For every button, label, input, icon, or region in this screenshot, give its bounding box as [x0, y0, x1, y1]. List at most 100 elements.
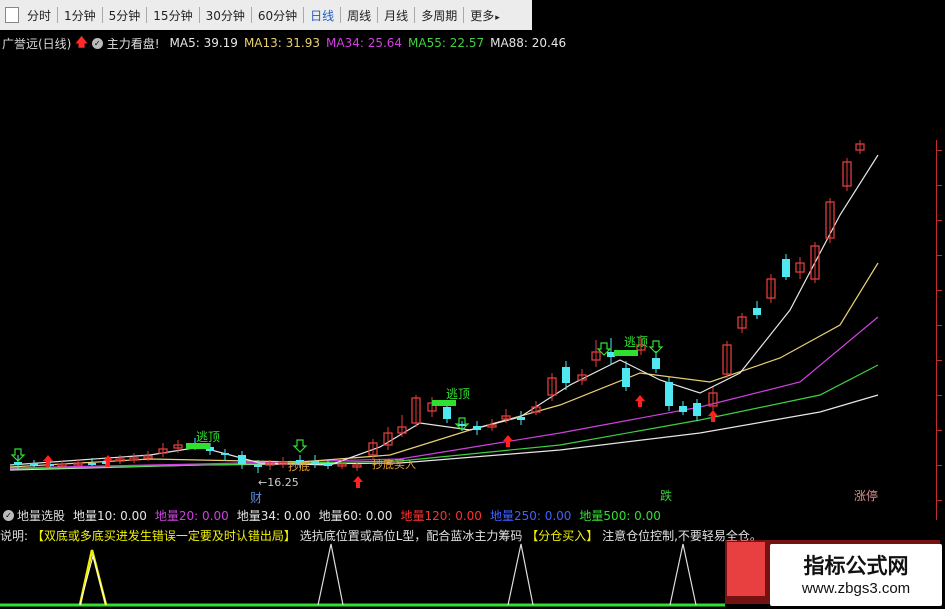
- axis-tick: [937, 325, 942, 326]
- formula-name[interactable]: 主力看盘!: [107, 35, 160, 52]
- buy-arrow-icon: [353, 476, 363, 488]
- top-signal-bar: [614, 350, 638, 356]
- watermark-title: 指标公式网: [803, 554, 909, 578]
- vol-34-label: 地量34: 0.00: [236, 508, 311, 523]
- tab-monthly[interactable]: 月线: [380, 7, 412, 24]
- watermark: 指标公式网 www.zbgs3.com: [770, 544, 942, 606]
- candle-body-down: [622, 368, 630, 387]
- buy-arrow-icon: [503, 435, 513, 447]
- moving-average-lines: [9, 154, 879, 471]
- low-price-label: ←16.25: [258, 476, 299, 489]
- candle-body-down: [324, 464, 332, 466]
- zhangting-label: 涨停: [854, 489, 879, 503]
- spike: [507, 543, 534, 606]
- axis-tick: [937, 255, 942, 256]
- tab-more[interactable]: 更多▸: [466, 7, 504, 24]
- ma88-label: MA88: 20.46: [490, 36, 567, 50]
- buy-arrow-icon: [635, 395, 645, 407]
- spike: [669, 543, 697, 606]
- candle-body-down: [221, 453, 229, 455]
- signal-markers: 逃顶逃顶逃顶抄底 抄底买入: [10, 335, 718, 488]
- spike: [317, 543, 344, 606]
- candle-body-down: [607, 352, 615, 357]
- axis-tick: [937, 220, 942, 221]
- main-chart-title: 广誉远(日线) 🡅 ✓ 主力看盘! MA5: 39.19 MA13: 31.93…: [0, 33, 572, 53]
- candle-body-down: [88, 463, 96, 465]
- toolbar-divider: [146, 7, 148, 23]
- vol-60-label: 地量60: 0.00: [318, 508, 393, 523]
- candle-body-down: [517, 417, 525, 420]
- candle-body-down: [473, 426, 481, 430]
- candle-body-down: [665, 382, 673, 406]
- tab-5min[interactable]: 5分钟: [105, 7, 145, 24]
- tab-30min[interactable]: 30分钟: [202, 7, 249, 24]
- ma55-label: MA55: 22.57: [408, 36, 485, 50]
- watermark-url: www.zbgs3.com: [801, 580, 911, 597]
- candle-body-down: [753, 308, 761, 315]
- description-batch-buy: 【分仓买入】: [526, 529, 599, 543]
- up-arrow-icon: 🡅: [75, 34, 88, 49]
- tab-more-label: 更多: [470, 8, 495, 23]
- bottom-label: 抄底: [288, 459, 310, 473]
- candles: [14, 140, 865, 473]
- ma13-line: [9, 262, 879, 468]
- ma5-label: MA5: 39.19: [169, 36, 238, 50]
- period-toolbar: 分时 1分钟 5分钟 15分钟 30分钟 60分钟 日线 周线 月线 多周期 更…: [0, 0, 532, 30]
- candle-body-down: [562, 367, 570, 383]
- tab-60min[interactable]: 60分钟: [254, 7, 301, 24]
- top-label: 逃顶: [196, 430, 220, 444]
- candle-body-down: [311, 461, 319, 464]
- axis-tick: [937, 430, 942, 431]
- toolbar-divider: [377, 7, 379, 23]
- toolbar-divider: [101, 7, 103, 23]
- tab-multi-period[interactable]: 多周期: [417, 7, 461, 24]
- volume-indicator-bar: ✓ 地量选股 地量10: 0.00 地量20: 0.00 地量34: 0.00 …: [0, 505, 669, 525]
- toolbar-divider: [57, 7, 59, 23]
- yellow-spike: [78, 549, 108, 606]
- candle-body-down: [679, 406, 687, 412]
- indicator-name[interactable]: 地量选股: [17, 507, 65, 524]
- candle-body-down: [652, 358, 660, 369]
- ma34-label: MA34: 25.64: [326, 36, 403, 50]
- ma34-line: [9, 316, 879, 469]
- tab-15min[interactable]: 15分钟: [149, 7, 196, 24]
- candle-body-down: [30, 463, 38, 465]
- vol-500-label: 地量500: 0.00: [579, 508, 661, 523]
- candlestick-chart[interactable]: 逃顶逃顶逃顶抄底 抄底买入: [0, 55, 945, 505]
- description-label: 说明:: [0, 529, 29, 543]
- check-circle-icon[interactable]: ✓: [91, 37, 103, 49]
- tab-fenshi[interactable]: 分时: [23, 7, 55, 24]
- candle-body-down: [14, 462, 22, 465]
- ma88-line: [9, 394, 879, 471]
- price-axis: [936, 140, 945, 520]
- tab-weekly[interactable]: 周线: [343, 7, 375, 24]
- cai-label: 财: [250, 491, 263, 505]
- toolbar-divider: [414, 7, 416, 23]
- toolbar-divider: [340, 7, 342, 23]
- axis-tick: [937, 500, 942, 501]
- check-circle-icon[interactable]: ✓: [3, 509, 14, 521]
- axis-tick: [937, 465, 942, 466]
- buy-label: 抄底买入: [372, 457, 416, 471]
- axis-tick: [937, 290, 942, 291]
- axis-tick: [937, 360, 942, 361]
- candle-body-down: [693, 403, 701, 416]
- low-price-value: 16.25: [267, 476, 299, 489]
- description-line: 说明: 【双底或多底买进发生错误一定要及时认错出局】 选抗底位置或高位L型，配合…: [0, 526, 760, 546]
- white-spike: [79, 554, 107, 606]
- more-arrow-icon: ▸: [495, 12, 500, 23]
- vol-120-label: 地量120: 0.00: [400, 508, 482, 523]
- stock-name[interactable]: 广誉远(日线): [2, 35, 71, 52]
- axis-tick: [937, 150, 942, 151]
- tab-daily[interactable]: 日线: [306, 7, 338, 24]
- toolbar-divider: [463, 7, 465, 23]
- candle-body-down: [782, 259, 790, 277]
- toolbar-menu-icon[interactable]: [5, 7, 19, 23]
- die-label: 跌: [660, 489, 673, 503]
- tab-1min[interactable]: 1分钟: [60, 7, 100, 24]
- axis-tick: [937, 185, 942, 186]
- top-label: 逃顶: [446, 387, 470, 401]
- description-warning: 【双底或多底买进发生错误一定要及时认错出局】: [31, 529, 296, 543]
- candle-body-down: [238, 455, 246, 464]
- sell-arrow-icon: [292, 439, 308, 453]
